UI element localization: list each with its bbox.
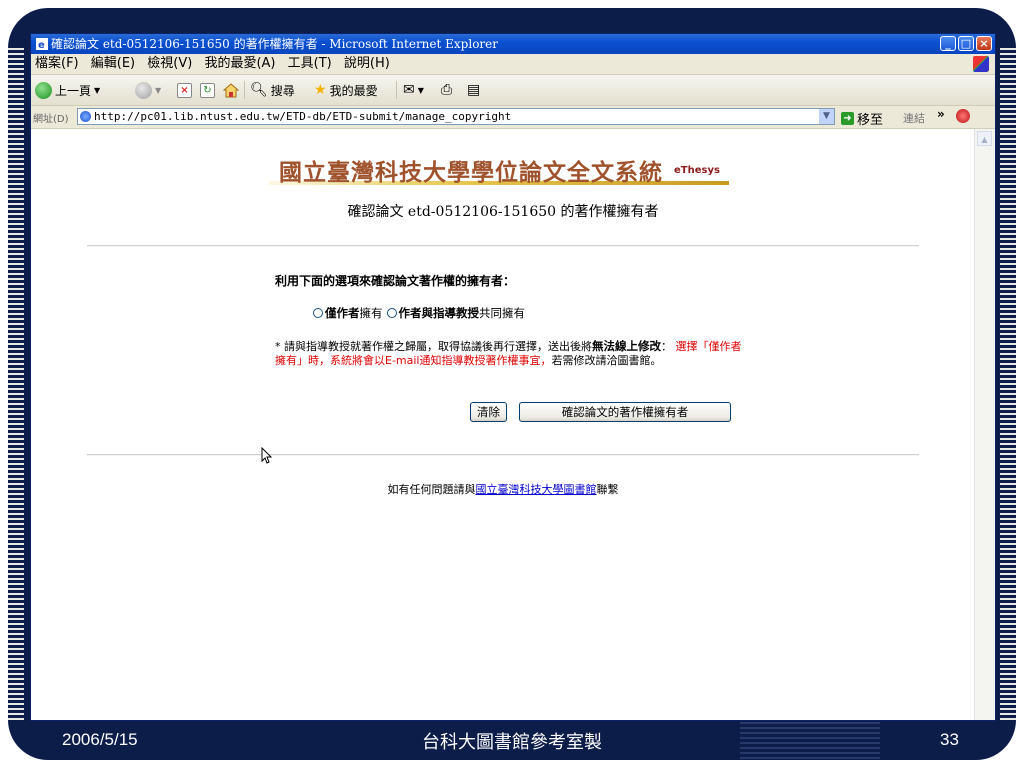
address-bar: 網址(D) http://pc01.lib.ntust.edu.tw/ETD-d… [31, 106, 995, 129]
ie-logo-icon: e [36, 38, 48, 51]
divider [87, 454, 919, 456]
close-button[interactable]: × [976, 36, 992, 51]
divider [87, 245, 919, 247]
standard-toolbar: 上一頁 ▼ ▼ × ↻ 🔍︎ 搜尋 ★ 我的最愛 ✉ ▼ ⎙ ▤ [31, 75, 995, 106]
page-heading: 確認論文 etd-0512106-151650 的著作權擁有者 [347, 204, 659, 220]
back-arrow-icon [35, 81, 52, 99]
window-title: 確認論文 etd-0512106-151650 的著作權擁有者 - Micros… [51, 37, 498, 51]
edit-button[interactable]: ▤ [467, 81, 480, 99]
chevron-right-icon[interactable]: » [937, 107, 945, 121]
slide-footer: 2006/5/15 台科大圖書館參考室製 33 [0, 722, 1024, 760]
favorites-label: 我的最愛 [329, 83, 378, 98]
print-button[interactable]: ⎙ [441, 81, 452, 99]
home-icon [223, 82, 239, 97]
address-input[interactable]: http://pc01.lib.ntust.edu.tw/ETD-db/ETD-… [77, 108, 835, 125]
copyright-prompt: 利用下面的選項來確認論文著作權的擁有者： [275, 274, 516, 288]
back-dropdown-icon: ▼ [94, 85, 101, 95]
option-author-only-label[interactable]: 僅作者擁有 [325, 305, 383, 321]
forward-dropdown-icon: ▼ [155, 85, 162, 95]
copyright-note: * 請與指導教授就著作權之歸屬，取得協議後再行選擇，送出後將無法線上修改： 選擇… [275, 339, 742, 367]
links-label[interactable]: 連結 [903, 110, 925, 126]
option-author-advisor-label[interactable]: 作者與指導教授共同擁有 [399, 305, 526, 321]
refresh-icon: ↻ [200, 82, 215, 98]
back-button[interactable]: 上一頁 ▼ [35, 81, 100, 99]
toolbar-separator [396, 81, 397, 99]
maximize-icon: □ [960, 37, 972, 50]
menu-view[interactable]: 檢視(V) [143, 54, 196, 74]
title-bar[interactable]: e 確認論文 etd-0512106-151650 的著作權擁有者 - Micr… [31, 34, 995, 54]
scroll-up-icon[interactable]: ▲ [977, 131, 992, 146]
go-label: 移至 [857, 113, 884, 128]
radio-author-and-advisor[interactable] [386, 308, 397, 318]
copyright-options: 僅作者擁有 作者與指導教授共同擁有 [313, 305, 525, 321]
slide-credit: 台科大圖書館參考室製 [422, 732, 602, 753]
ethesys-logo: eThesys [674, 165, 720, 176]
mail-button[interactable]: ✉ ▼ [403, 81, 424, 99]
clear-button[interactable]: 清除 [470, 402, 507, 422]
address-label: 網址(D) [33, 114, 69, 125]
search-label: 搜尋 [270, 83, 295, 98]
refresh-button[interactable]: ↻ [200, 81, 215, 99]
library-link[interactable]: 國立臺灣科技大學圖書館 [476, 483, 597, 496]
menu-bar: 檔案(F) 編輯(E) 檢視(V) 我的最愛(A) 工具(T) 說明(H) [31, 54, 995, 75]
svg-text:e: e [38, 40, 45, 51]
toolbar-separator [244, 81, 245, 99]
window-controls: _ □ × [940, 36, 992, 51]
contact-note: 如有任何問題請與國立臺灣科技大學圖書館聯繫 [387, 483, 619, 496]
mouse-cursor-icon [261, 447, 273, 464]
slide-stripes-right [1000, 48, 1016, 720]
mail-icon: ✉ [403, 82, 415, 98]
windows-logo-icon [973, 56, 989, 72]
radio-author-only[interactable] [313, 308, 323, 318]
minimize-icon: _ [945, 37, 951, 50]
close-icon: × [979, 37, 989, 50]
back-label: 上一頁 [55, 83, 92, 98]
menu-file[interactable]: 檔案(F) [31, 54, 83, 74]
vertical-scrollbar[interactable]: ▲ [974, 129, 995, 720]
search-button[interactable]: 🔍︎ 搜尋 [250, 81, 295, 99]
search-icon: 🔍︎ [250, 82, 268, 98]
mail-dropdown-icon: ▼ [417, 85, 424, 95]
site-title: 國立臺灣科技大學學位論文全文系統 [279, 159, 663, 186]
print-icon: ⎙ [441, 82, 453, 98]
stop-icon: × [177, 82, 192, 98]
forward-button[interactable]: ▼ [135, 81, 161, 99]
menu-edit[interactable]: 編輯(E) [87, 54, 139, 74]
go-arrow-icon: ➜ [841, 112, 854, 125]
star-icon: ★ [314, 82, 327, 98]
go-button[interactable]: ➜ 移至 [841, 109, 883, 128]
maximize-button[interactable]: □ [958, 36, 974, 51]
favorites-button[interactable]: ★ 我的最愛 [314, 81, 378, 99]
page-icon [80, 111, 91, 122]
slide-number: 33 [940, 730, 959, 749]
menu-favorites[interactable]: 我的最愛(A) [200, 54, 279, 74]
forward-arrow-icon [135, 81, 152, 99]
address-url[interactable]: http://pc01.lib.ntust.edu.tw/ETD-db/ETD-… [94, 110, 511, 123]
minimize-button[interactable]: _ [940, 36, 956, 51]
confirm-copyright-button[interactable]: 確認論文的著作權擁有者 [519, 402, 731, 422]
edit-page-icon: ▤ [467, 82, 481, 98]
slide-stripes-left [8, 48, 24, 720]
page-content: 國立臺灣科技大學學位論文全文系統 eThesys 確認論文 etd-051210… [31, 129, 975, 720]
menu-tools[interactable]: 工具(T) [284, 54, 336, 74]
address-dropdown-icon[interactable]: ▼ [819, 109, 834, 124]
stop-button[interactable]: × [177, 81, 192, 99]
home-button[interactable] [223, 81, 239, 99]
menu-help[interactable]: 說明(H) [340, 54, 394, 74]
browser-window: e 確認論文 etd-0512106-151650 的著作權擁有者 - Micr… [30, 33, 996, 721]
toolbar-extension-icon[interactable] [956, 109, 970, 123]
